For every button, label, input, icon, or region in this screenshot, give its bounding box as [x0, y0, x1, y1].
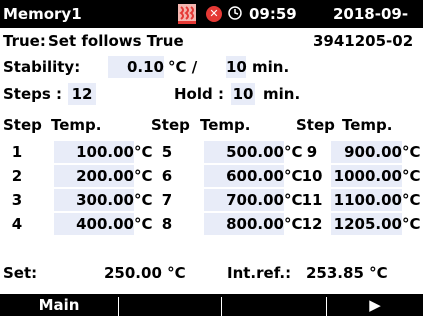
temp-unit: °C [134, 215, 153, 233]
stability-label: Stability: [3, 58, 81, 76]
intref-label: Int.ref.: [227, 264, 292, 282]
temp-unit: °C [402, 191, 421, 209]
header-temp-1: Temp. [51, 116, 102, 134]
step-temp-field[interactable]: 500.00 [204, 141, 284, 163]
setpoint-label: Set: [3, 264, 38, 282]
step-number: 9 [306, 143, 318, 161]
memory-title: Memory1 [3, 5, 82, 23]
stability-time-unit: min. [252, 58, 290, 76]
temp-unit: °C [134, 191, 153, 209]
temp-unit: °C [402, 215, 421, 233]
step-temp-field[interactable]: 1205.00 [331, 213, 402, 235]
hold-label: Hold : [174, 85, 224, 103]
step-temp-field[interactable]: 800.00 [204, 213, 284, 235]
softkey-2[interactable] [119, 294, 221, 316]
step-number: 12 [301, 215, 323, 233]
step-number: 3 [11, 191, 23, 209]
softkey-3[interactable] [222, 294, 326, 316]
stability-time-field[interactable]: 10 [226, 56, 247, 78]
step-temp-field[interactable]: 300.00 [54, 189, 134, 211]
step-temp-field[interactable]: 100.00 [54, 141, 134, 163]
clock-time: 09:59 [249, 5, 297, 23]
step-number: 5 [161, 143, 173, 161]
steps-field[interactable]: 12 [68, 83, 96, 105]
temp-unit: °C [402, 143, 421, 161]
error-icon: ✕ [206, 6, 222, 22]
step-number: 11 [301, 191, 323, 209]
step-number: 8 [161, 215, 173, 233]
stability-value-field[interactable]: 0.10 [108, 56, 164, 78]
intref-value: 253.85 °C [306, 264, 388, 282]
temp-unit: °C [402, 167, 421, 185]
true-mode-value[interactable]: Set follows True [48, 32, 184, 50]
setpoint-value: 250.00 °C [104, 264, 186, 282]
step-temp-field[interactable]: 700.00 [204, 189, 284, 211]
stability-time: 10 [226, 58, 247, 76]
step-temp-field[interactable]: 1000.00 [331, 165, 402, 187]
header-step-1: Step [3, 116, 42, 134]
hold-value: 10 [232, 85, 254, 103]
header-step-3: Step [296, 116, 335, 134]
step-temp-field[interactable]: 200.00 [54, 165, 134, 187]
main-softkey[interactable]: Main [0, 294, 118, 316]
serial-number: 3941205-02 [313, 32, 414, 50]
hold-field[interactable]: 10 [231, 83, 255, 105]
step-number: 7 [161, 191, 173, 209]
steps-label: Steps : [3, 85, 63, 103]
temp-unit: °C [134, 143, 153, 161]
status-bar: Memory1 ✕ 09:59 2018-09-24 [0, 0, 423, 51]
step-temp-field[interactable]: 900.00 [331, 141, 402, 163]
step-temp-field[interactable]: 1100.00 [331, 189, 402, 211]
true-label: True: [3, 32, 46, 50]
step-number: 4 [11, 215, 23, 233]
step-number: 2 [11, 167, 23, 185]
hold-unit: min. [263, 85, 301, 103]
steps-value: 12 [71, 85, 93, 103]
step-temp-field[interactable]: 600.00 [204, 165, 284, 187]
header-temp-2: Temp. [200, 116, 251, 134]
step-temp-field[interactable]: 400.00 [54, 213, 134, 235]
header-temp-3: Temp. [342, 116, 393, 134]
heating-icon [178, 4, 196, 24]
step-number: 6 [161, 167, 173, 185]
stability-unit: °C / [168, 58, 198, 76]
step-number: 1 [11, 143, 23, 161]
softkey-bar: Main ▶ [0, 294, 423, 316]
stability-value: 0.10 [126, 58, 164, 76]
clock-icon [228, 6, 242, 20]
step-number: 10 [301, 167, 323, 185]
header-step-2: Step [151, 116, 190, 134]
temp-unit: °C [134, 167, 153, 185]
next-page-softkey[interactable]: ▶ [327, 294, 423, 316]
